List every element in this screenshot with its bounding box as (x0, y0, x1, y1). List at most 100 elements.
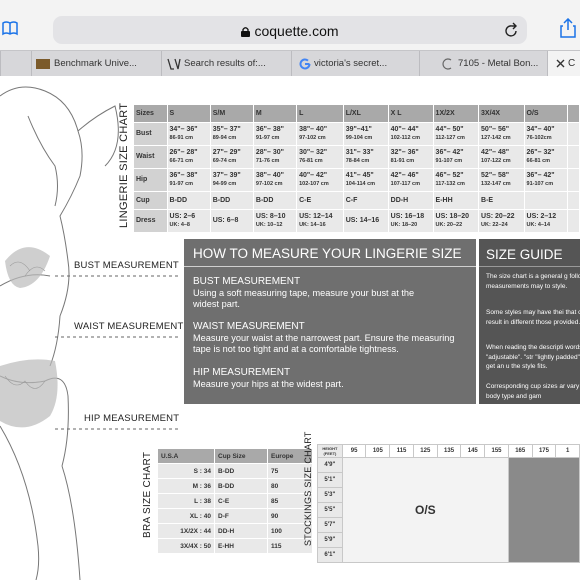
table-cell: 39"–41" 99-104 cm (342, 122, 389, 146)
cell-line: 42"– 46" (390, 172, 419, 179)
tab-lv[interactable]: Search results of:... (161, 51, 292, 76)
book-icon[interactable] (2, 20, 18, 41)
cell-line: UK: 20–22 (435, 222, 463, 228)
weight-header-cell: 135 (436, 444, 462, 458)
table-cell (567, 122, 580, 146)
table-cell: 38"– 40" 97-102 cm (252, 168, 298, 192)
table-row: Cup B-DD B-DD B-DD C-E C-F DD-H E-HH B-E (133, 191, 580, 210)
cell-line: US: 2–12 (526, 213, 557, 220)
row-label: Dress (133, 209, 168, 233)
table-cell: B-E (478, 191, 525, 210)
height-label-cell: 5'3" (317, 487, 343, 503)
table-cell: US: 20–22 UK: 22–24 (478, 209, 525, 233)
cell-line: 69-74 cm (212, 158, 237, 164)
coquette-icon (442, 58, 452, 70)
table-cell: US: 16–18 UK: 18–20 (387, 209, 434, 233)
table-cell: M : 36 (157, 478, 215, 494)
reload-icon[interactable] (505, 22, 519, 43)
cell-line: 44"– 50" (435, 126, 464, 133)
cell-line: US: 20–22 (481, 213, 515, 220)
table-cell: US: 2–12 UK: 4–14 (523, 209, 569, 233)
tab-coquette[interactable]: 7105 - Metal Bon... (419, 51, 548, 76)
corner-cell: HEIGHT (FEET) (317, 444, 343, 458)
table-cell: 40"– 44" 102-112 cm (387, 122, 434, 146)
table-cell: B-DD (252, 191, 298, 210)
cell-line: C-F (345, 196, 358, 204)
bust-heading: BUST MEASUREMENT (193, 276, 301, 287)
table-cell: XL : 40 (157, 508, 215, 524)
cell-line: 46"– 52" (435, 172, 464, 179)
cell-line: US: 6–8 (212, 217, 239, 224)
cell-line: 91-97 cm (169, 181, 194, 187)
tab-label: C (568, 58, 576, 69)
cell-line: 99-104 cm (345, 135, 373, 141)
tab-active[interactable]: C (547, 51, 580, 76)
divider (184, 266, 476, 267)
table-cell: DD-H (387, 191, 434, 210)
table-cell (523, 191, 569, 210)
cell-line: 41"– 45" (345, 172, 374, 179)
table-cell: 28"– 30" 71-76 cm (252, 145, 298, 169)
tab-benchmark[interactable]: Benchmark Unive... (31, 51, 162, 76)
cell-line: 32"– 36" (390, 149, 419, 156)
table-row: 4'9" O/S (317, 457, 580, 563)
cell-line: 39"–41" (345, 126, 372, 133)
cell-line: 37"– 39" (212, 172, 241, 179)
cell-line: 36"– 38" (255, 126, 284, 133)
weight-header-cell: 165 (507, 444, 533, 458)
height-label-cell: 5'5" (317, 502, 343, 518)
height-label-cell: 5'7" (317, 517, 343, 533)
size-guide-panel: SIZE GUIDE The size chart is a general g… (479, 239, 580, 404)
table-cell: 1X/2X : 44 (157, 523, 215, 539)
table-cell: B-DD (209, 191, 254, 210)
cell-line: 76-81 cm (299, 158, 323, 164)
close-icon[interactable] (556, 59, 565, 68)
table-cell: 50"– 56" 127-142 cm (478, 122, 525, 146)
row-label: Cup (133, 191, 168, 210)
table-header-cell: 3X/4X (478, 104, 525, 123)
table-row: M : 36 B-DD 80 (157, 478, 313, 494)
lock-icon (241, 27, 251, 37)
weight-header-cell: 175 (531, 444, 557, 458)
cell-line: 78-84 cm (345, 158, 370, 164)
url-field[interactable]: coquette.com (53, 16, 527, 44)
table-cell: B-DD (166, 191, 211, 210)
tab-label: Benchmark Unive... (54, 58, 137, 69)
cell-line: 107-117 cm (390, 181, 420, 187)
tab-0[interactable] (0, 51, 32, 76)
cell-line: 97-102 cm (255, 181, 283, 187)
cell-line: 91-97 cm (255, 135, 280, 141)
table-cell (567, 145, 580, 169)
cell-line: 117-132 cm (435, 181, 465, 187)
waist-heading: WAIST MEASUREMENT (193, 321, 305, 332)
table-cell: 37"– 39" 94-99 cm (209, 168, 254, 192)
table-header-cell: X L (387, 104, 434, 123)
tab-google[interactable]: victoria's secret... (291, 51, 420, 76)
size-guide-p3: When reading the descripti words like "a… (486, 344, 580, 370)
table-header-cell: 1X/2X (432, 104, 480, 123)
cell-line: 26"– 28" (169, 149, 198, 156)
row-label: Hip (133, 168, 168, 192)
weight-header-cell: 95 (341, 444, 367, 458)
cell-line: 50"– 56" (481, 126, 510, 133)
lv-icon (167, 58, 181, 70)
table-cell (567, 209, 580, 233)
cell-line: 35"– 37" (212, 126, 241, 133)
cell-line: B-DD (212, 196, 231, 204)
table-cell: C-E (296, 191, 344, 210)
share-icon[interactable] (560, 17, 576, 43)
google-icon (299, 58, 311, 70)
cell-line: 31"– 33" (345, 149, 374, 156)
weight-header-cell: 145 (460, 444, 486, 458)
cell-line: 38"– 40" (255, 172, 284, 179)
table-cell: 26"– 28" 66-71 cm (166, 145, 211, 169)
weight-header-cell: 1 (555, 444, 580, 458)
table-cell: US: 12–14 UK: 14–16 (296, 209, 344, 233)
cell-line: 42"– 48" (481, 149, 510, 156)
lingerie-size-table: Sizes S S/M M L L/XL X L 1X/2X 3X/4X O/S Bust 34"– … (133, 104, 580, 233)
table-cell: 27"– 29" 69-74 cm (209, 145, 254, 169)
tab-bar: Benchmark Unive... Search results of:...… (0, 50, 580, 77)
cell-line: 89-94 cm (212, 135, 237, 141)
table-cell: L : 38 (157, 493, 215, 509)
row-label: Waist (133, 145, 168, 169)
